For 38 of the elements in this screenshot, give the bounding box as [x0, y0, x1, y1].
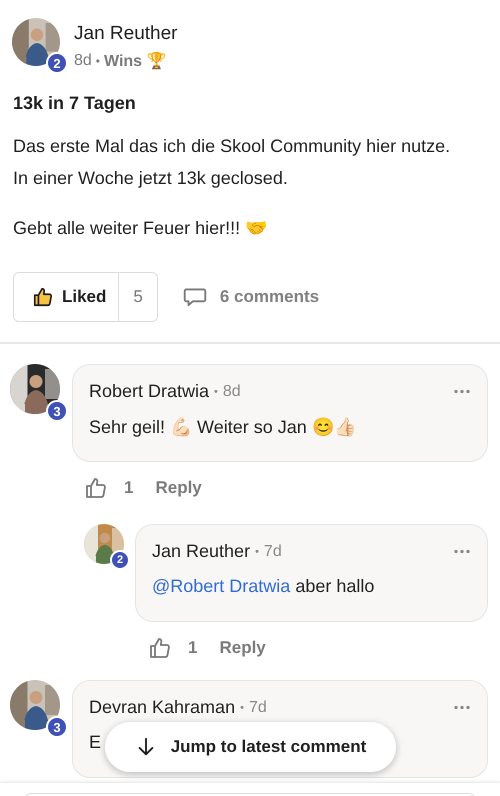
category-label[interactable]: Wins 🏆	[104, 51, 167, 71]
commenter-name[interactable]: Devran Kahraman	[89, 697, 236, 718]
like-count: 1	[188, 638, 198, 658]
level-badge: 3	[46, 716, 68, 738]
reply-button[interactable]: Reply	[213, 638, 266, 658]
comment-time: 8d	[222, 382, 241, 400]
commenter-name[interactable]: Robert Dratwia	[89, 381, 210, 402]
level-badge: 2	[46, 52, 68, 74]
jump-to-latest-button[interactable]: Jump to latest comment	[105, 722, 396, 772]
separator-dot: •	[214, 386, 218, 398]
level-badge: 3	[46, 400, 68, 422]
comment-time: 7d	[248, 698, 267, 716]
comment-text: Sehr geil! 💪🏻 Weiter so Jan 😊👍🏻	[89, 416, 356, 438]
like-count: 5	[132, 286, 144, 308]
more-options-icon[interactable]	[453, 703, 471, 712]
reply-button[interactable]: Reply	[149, 478, 202, 498]
more-options-icon[interactable]	[453, 387, 471, 396]
comment-text: @Robert Dratwia aber hallo	[152, 576, 374, 597]
mention-link[interactable]: @Robert Dratwia	[152, 576, 290, 596]
like-button[interactable]	[84, 476, 108, 500]
comments-button[interactable]: 6 comments	[182, 284, 320, 310]
more-options-icon[interactable]	[453, 547, 471, 556]
post-text: Das erste Mal das ich die Skool Community hier nutze. In einer Woche jetzt 13k geclosed.	[13, 135, 452, 190]
separator-dot: •	[240, 702, 244, 714]
separator-dot: •	[96, 54, 100, 68]
post-title: 13k in 7 Tagen	[13, 93, 137, 114]
like-button[interactable]	[148, 636, 172, 660]
level-badge: 2	[110, 550, 130, 570]
separator-dot: •	[255, 546, 259, 558]
like-button[interactable]: Liked	[14, 273, 120, 321]
post-text: Gebt alle weiter Feuer hier!!! 🤝	[13, 217, 268, 240]
post-time: 8d	[74, 52, 92, 70]
thumbs-up-icon	[32, 286, 54, 308]
like-count: 1	[124, 478, 134, 498]
commenter-name[interactable]: Jan Reuther	[152, 541, 250, 562]
comment-text: E	[89, 732, 102, 753]
author-name[interactable]: Jan Reuther	[74, 23, 178, 45]
comment-time: 7d	[264, 542, 282, 560]
